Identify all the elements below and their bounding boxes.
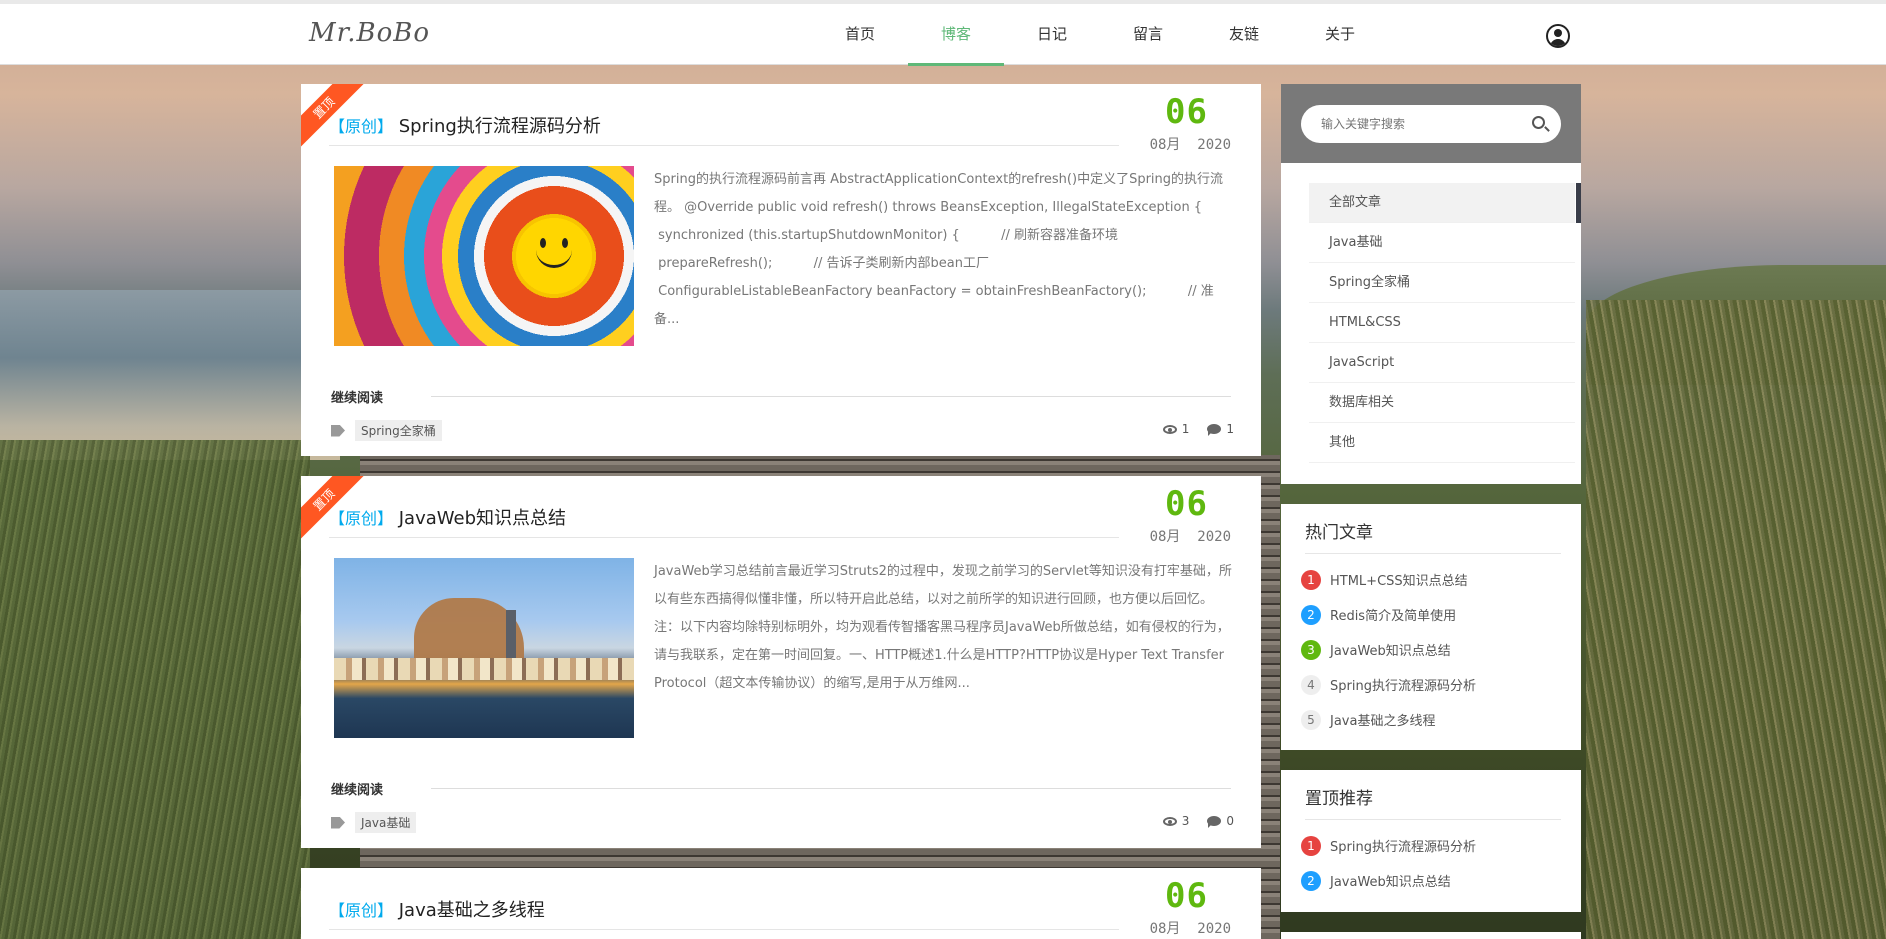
post-date-day: 06 (1165, 484, 1208, 524)
category-item-java[interactable]: Java基础 (1309, 223, 1575, 263)
pinned-articles-box: 置顶推荐 1 Spring执行流程源码分析 2 JavaWeb知识点总结 (1281, 770, 1581, 912)
post-title-text[interactable]: Java基础之多线程 (399, 900, 545, 921)
rank-badge: 2 (1301, 604, 1321, 625)
eye-icon (1162, 816, 1177, 826)
post-thumbnail[interactable] (334, 166, 634, 346)
comment-count: 1 (1226, 422, 1234, 436)
nav-message[interactable]: 留言 (1100, 4, 1196, 65)
list-item[interactable]: 3 JavaWeb知识点总结 (1301, 632, 1581, 667)
post-stats: 3 0 (1162, 814, 1234, 828)
category-list: 全部文章 Java基础 Spring全家桶 HTML&CSS JavaScrip… (1281, 163, 1581, 463)
rank-badge: 1 (1301, 835, 1321, 856)
post-tags: Java基础 (331, 812, 417, 833)
view-count: 1 (1181, 422, 1190, 436)
category-tag[interactable]: Java基础 (355, 812, 417, 833)
search-input[interactable] (1301, 105, 1561, 143)
hot-article-title[interactable]: JavaWeb知识点总结 (1330, 640, 1451, 659)
list-item[interactable]: 1 HTML+CSS知识点总结 (1301, 562, 1581, 597)
post-title[interactable]: 【原创】 JavaWeb知识点总结 (329, 504, 1119, 538)
comment-count: 0 (1226, 814, 1234, 828)
category-item-spring[interactable]: Spring全家桶 (1309, 263, 1575, 303)
post-excerpt: JavaWeb学习总结前言最近学习Struts2的过程中，发现之前学习的Serv… (654, 564, 1232, 691)
post-stats: 1 1 (1162, 422, 1234, 436)
post-title[interactable]: 【原创】 Java基础之多线程 (329, 896, 1119, 930)
post-card: 【原创】 Java基础之多线程 06 08月 2020 (301, 868, 1261, 939)
post-card: 置顶 【原创】 Spring执行流程源码分析 06 08月 2020 Sprin… (301, 84, 1261, 456)
eye-icon (1162, 424, 1177, 434)
post-tags: Spring全家桶 (331, 420, 442, 441)
search-icon[interactable] (1532, 116, 1545, 129)
pinned-articles-title: 置顶推荐 (1305, 784, 1561, 820)
top-navbar: Mr.BoBo 首页 博客 日记 留言 友链 关于 (0, 0, 1886, 66)
nav-home[interactable]: 首页 (812, 4, 908, 65)
rank-badge: 2 (1301, 870, 1321, 891)
list-item[interactable]: 2 Redis简介及简单使用 (1301, 597, 1581, 632)
original-tag: 【原创】 (329, 901, 394, 920)
pinned-article-title[interactable]: Spring执行流程源码分析 (1330, 836, 1476, 855)
tags-icon (331, 424, 345, 437)
list-item[interactable]: 4 Spring执行流程源码分析 (1301, 667, 1581, 702)
sidebar-next-box (1281, 932, 1581, 939)
sidebar-categories: 全部文章 Java基础 Spring全家桶 HTML&CSS JavaScrip… (1281, 84, 1581, 484)
post-title-text[interactable]: Spring执行流程源码分析 (399, 116, 601, 137)
hot-article-title[interactable]: HTML+CSS知识点总结 (1330, 570, 1468, 589)
background-sea (0, 290, 340, 460)
smiley-face-icon (524, 224, 584, 284)
pinned-articles-list: 1 Spring执行流程源码分析 2 JavaWeb知识点总结 (1281, 820, 1581, 898)
comment-icon (1207, 424, 1222, 436)
hot-article-title[interactable]: Redis简介及简单使用 (1330, 605, 1456, 624)
category-item-htmlcss[interactable]: HTML&CSS (1309, 303, 1575, 343)
tags-icon (331, 816, 345, 829)
post-title[interactable]: 【原创】 Spring执行流程源码分析 (329, 112, 1119, 146)
hot-article-title[interactable]: Spring执行流程源码分析 (1330, 675, 1476, 694)
divider (431, 788, 1231, 789)
original-tag: 【原创】 (329, 509, 394, 528)
rank-badge: 3 (1301, 639, 1321, 660)
category-tag[interactable]: Spring全家桶 (355, 420, 442, 441)
hot-articles-title: 热门文章 (1305, 518, 1561, 554)
post-excerpt: Spring的执行流程源码前言再 AbstractApplicationCont… (654, 172, 1224, 327)
post-date-month-year: 08月 2020 (1149, 137, 1231, 153)
list-item[interactable]: 1 Spring执行流程源码分析 (1301, 828, 1581, 863)
post-date-day: 06 (1165, 92, 1208, 132)
main-nav: 首页 博客 日记 留言 友链 关于 (812, 4, 1388, 66)
read-more-link[interactable]: 继续阅读 (331, 779, 383, 798)
user-avatar-icon[interactable] (1546, 24, 1570, 48)
pinned-article-title[interactable]: JavaWeb知识点总结 (1330, 871, 1451, 890)
hot-articles-list: 1 HTML+CSS知识点总结 2 Redis简介及简单使用 3 JavaWeb… (1281, 554, 1581, 737)
view-count: 3 (1181, 814, 1190, 828)
nav-diary[interactable]: 日记 (1004, 4, 1100, 65)
hot-article-title[interactable]: Java基础之多线程 (1330, 710, 1435, 729)
hot-articles-box: 热门文章 1 HTML+CSS知识点总结 2 Redis简介及简单使用 3 Ja… (1281, 504, 1581, 750)
search-header (1281, 84, 1581, 163)
category-item-javascript[interactable]: JavaScript (1309, 343, 1575, 383)
post-date-month-year: 08月 2020 (1149, 529, 1231, 545)
houses-shape (334, 658, 634, 680)
list-item[interactable]: 5 Java基础之多线程 (1301, 702, 1581, 737)
post-title-text[interactable]: JavaWeb知识点总结 (399, 508, 566, 529)
background-grass-left (0, 440, 310, 939)
nav-about[interactable]: 关于 (1292, 4, 1388, 65)
rank-badge: 5 (1301, 709, 1321, 730)
background-grass-right (1586, 300, 1886, 939)
read-more-link[interactable]: 继续阅读 (331, 387, 383, 406)
nav-links[interactable]: 友链 (1196, 4, 1292, 65)
rank-badge: 1 (1301, 569, 1321, 590)
list-item[interactable]: 2 JavaWeb知识点总结 (1301, 863, 1581, 898)
nav-blog[interactable]: 博客 (908, 4, 1004, 66)
category-item-other[interactable]: 其他 (1309, 423, 1575, 463)
original-tag: 【原创】 (329, 117, 394, 136)
category-item-all[interactable]: 全部文章 (1309, 183, 1581, 223)
post-thumbnail[interactable] (334, 558, 634, 738)
site-logo[interactable]: Mr.BoBo (309, 18, 430, 48)
post-date-day: 06 (1165, 876, 1208, 916)
category-item-database[interactable]: 数据库相关 (1309, 383, 1575, 423)
post-card: 置顶 【原创】 JavaWeb知识点总结 06 08月 2020 JavaWeb… (301, 476, 1261, 848)
post-date-month-year: 08月 2020 (1149, 921, 1231, 937)
rank-badge: 4 (1301, 674, 1321, 695)
divider (431, 396, 1231, 397)
comment-icon (1207, 816, 1222, 828)
